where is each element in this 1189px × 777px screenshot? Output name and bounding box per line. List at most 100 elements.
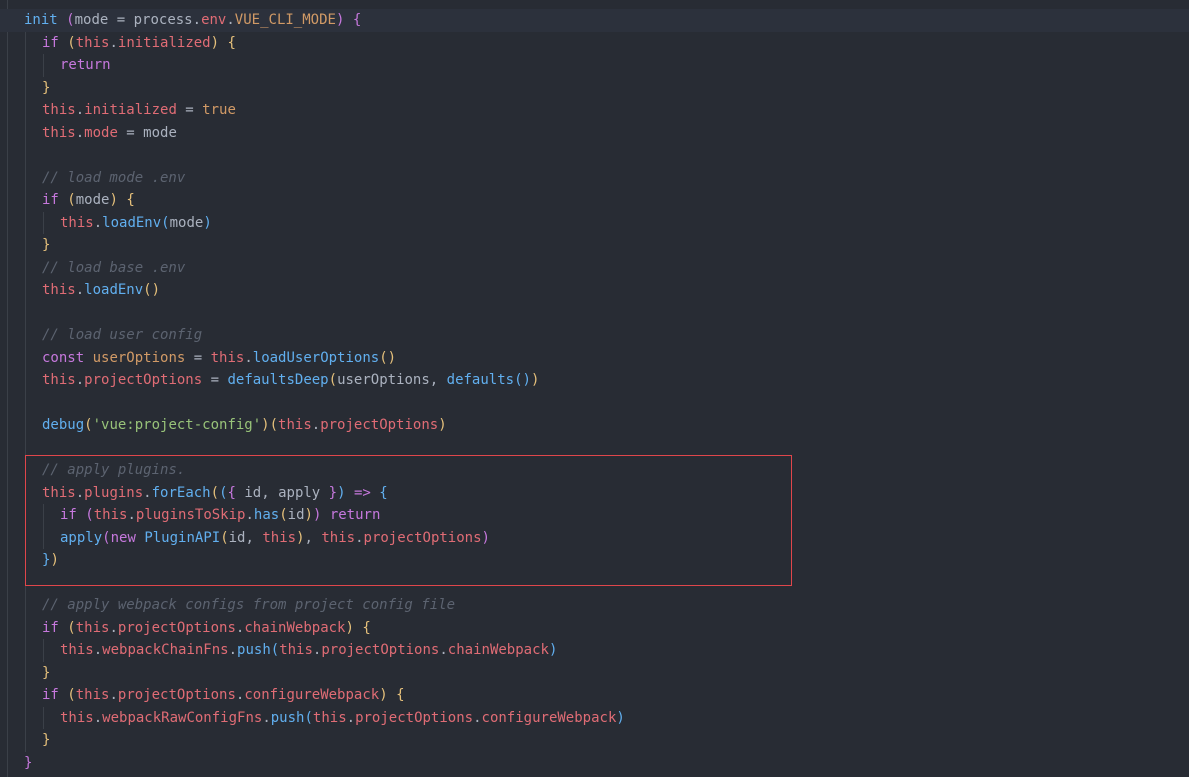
code-token-plain: . [355, 529, 364, 546]
code-line[interactable]: this.loadEnv() [24, 279, 1189, 302]
code-line[interactable]: } [24, 76, 1189, 99]
code-line-content [24, 440, 42, 456]
code-token-bracket2: } [42, 664, 51, 681]
code-line[interactable]: // load mode .env [24, 166, 1189, 189]
code-line[interactable]: const userOptions = this.loadUserOptions… [24, 346, 1189, 369]
code-line[interactable]: debug('vue:project-config')(this.project… [24, 414, 1189, 437]
code-area[interactable]: init (mode = process.env.VUE_CLI_MODE) {… [0, 9, 1189, 775]
code-token-bracket2: { [126, 192, 135, 208]
indent-guide [25, 54, 26, 77]
code-token-bracket2: ( [84, 417, 93, 433]
code-token-bracket2: } [42, 732, 51, 748]
code-line[interactable]: this.loadEnv(mode) [24, 211, 1189, 234]
indent-guide [25, 121, 26, 144]
code-line[interactable]: // load user config [24, 324, 1189, 347]
code-token-plain: . [75, 372, 85, 388]
code-token-property: chainWebpack [447, 642, 549, 658]
code-line[interactable] [24, 391, 1189, 414]
code-token-property: chainWebpack [244, 619, 346, 636]
code-line-content: const userOptions = this.loadUserOptions… [24, 350, 396, 366]
code-line[interactable]: this.initialized = true [24, 99, 1189, 122]
code-token-plain: . [245, 507, 254, 523]
code-token-keyword: return [60, 57, 111, 73]
code-line[interactable]: }) [24, 549, 1189, 572]
code-token-plain: . [439, 642, 448, 658]
code-line[interactable]: return [24, 54, 1189, 77]
code-editor[interactable]: init (mode = process.env.VUE_CLI_MODE) {… [0, 0, 1189, 777]
code-token-plain: mode [169, 214, 204, 231]
code-line[interactable]: // load base .env [24, 256, 1189, 279]
code-token-plain: . [244, 349, 253, 366]
code-token-this: this [279, 642, 313, 658]
code-line[interactable]: // apply webpack configs from project co… [24, 594, 1189, 617]
code-line[interactable]: } [24, 661, 1189, 684]
code-token-bracket3: ) [548, 642, 558, 658]
code-line[interactable]: // apply plugins. [24, 459, 1189, 482]
code-token-plain: , [429, 372, 447, 388]
code-token-bracket2: { [362, 619, 371, 636]
code-token-constant: VUE_CLI_MODE [234, 12, 336, 28]
code-line[interactable]: if (this.projectOptions.configureWebpack… [24, 684, 1189, 707]
code-token-property: configureWebpack [481, 709, 617, 726]
code-token-function: debug [42, 417, 85, 433]
code-line-content: // apply plugins. [24, 462, 185, 478]
code-token-bracket2: } [42, 79, 51, 96]
indent-guide [25, 279, 26, 302]
code-token-property: projectOptions [321, 642, 440, 658]
code-token-this: this [42, 484, 76, 501]
code-token-this: this [42, 282, 76, 298]
code-token-bracket2: { [396, 687, 405, 703]
code-token-keyword: if [42, 192, 59, 208]
code-token-plain: id, apply [235, 484, 329, 501]
code-line[interactable]: this.webpackRawConfigFns.push(this.proje… [24, 706, 1189, 729]
code-token-property: initialized [84, 102, 177, 118]
code-token-comment: // load base .env [42, 259, 186, 276]
code-line[interactable] [24, 436, 1189, 459]
code-line-content: debug('vue:project-config')(this.project… [24, 417, 447, 433]
code-line[interactable]: if (this.initialized) { [24, 31, 1189, 54]
code-token-bracket1: { [352, 12, 362, 28]
code-token-bracket2: ( [67, 192, 76, 208]
code-token-bracket1: ( [66, 12, 75, 28]
code-token-bracket1: ( [102, 529, 111, 546]
code-token-plain: = [117, 124, 144, 141]
indent-guide [25, 166, 26, 189]
code-token-this: this [278, 417, 312, 433]
code-line[interactable] [24, 571, 1189, 594]
code-token-property: projectOptions [117, 687, 236, 703]
code-line-content: // apply webpack configs from project co… [24, 597, 455, 613]
code-line[interactable]: if (mode) { [24, 189, 1189, 212]
code-line[interactable] [24, 301, 1189, 324]
code-line[interactable]: } [24, 729, 1189, 752]
code-line[interactable]: this.webpackChainFns.push(this.projectOp… [24, 639, 1189, 662]
code-token-plain: = [185, 349, 211, 366]
code-line[interactable]: apply(new PluginAPI(id, this), this.proj… [24, 526, 1189, 549]
code-line[interactable]: this.projectOptions = defaultsDeep(userO… [24, 369, 1189, 392]
code-token-plain: . [262, 709, 271, 726]
code-token-plain: mode [143, 124, 177, 141]
code-line[interactable]: } [24, 752, 1189, 775]
code-token-this: this [60, 709, 94, 726]
code-line[interactable]: this.plugins.forEach(({ id, apply }) => … [24, 481, 1189, 504]
code-line[interactable]: if (this.pluginsToSkip.has(id)) return [24, 504, 1189, 527]
code-token-keyword: if [42, 687, 59, 703]
code-token-function: forEach [151, 484, 211, 501]
code-token-plain: . [109, 619, 118, 636]
code-token-bracket3: () [514, 372, 531, 388]
code-line[interactable] [24, 144, 1189, 167]
code-line[interactable]: } [24, 234, 1189, 257]
indent-guide [25, 616, 26, 639]
code-token-bracket2: ) [345, 619, 354, 636]
code-token-bracket2: ) [530, 372, 540, 388]
code-token-plain: . [93, 709, 103, 726]
code-line[interactable]: init (mode = process.env.VUE_CLI_MODE) { [0, 9, 1189, 32]
code-line[interactable]: if (this.projectOptions.chainWebpack) { [24, 616, 1189, 639]
code-token-bracket2: ) [296, 529, 305, 546]
code-line-content: this.initialized = true [24, 102, 236, 118]
indent-guide [25, 324, 26, 347]
code-line-content: if (this.pluginsToSkip.has(id)) return [24, 507, 380, 523]
code-line[interactable]: this.mode = mode [24, 121, 1189, 144]
code-token-bracket2: ) [379, 687, 388, 703]
